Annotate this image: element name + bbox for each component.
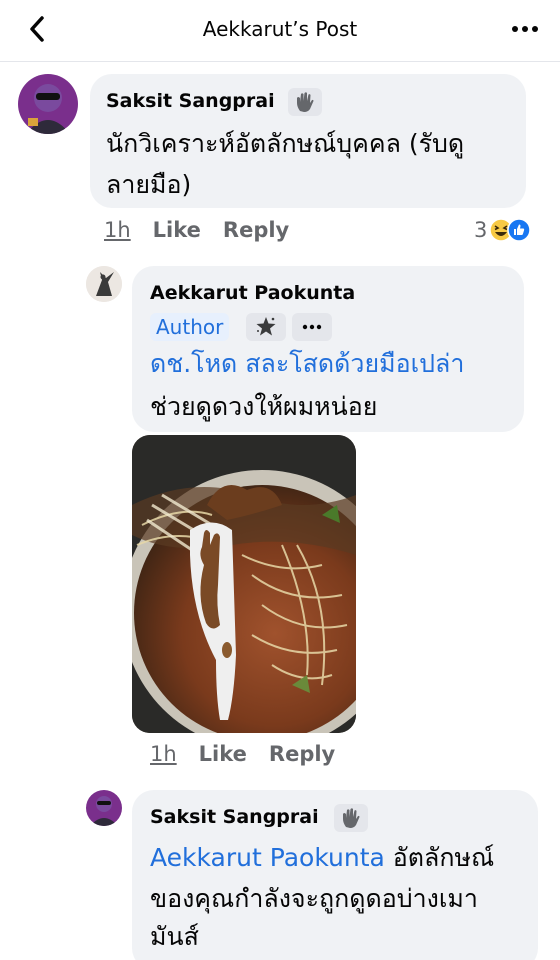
more-options-button[interactable] [508,14,542,44]
wave-badge[interactable] [288,88,322,116]
comment-timestamp[interactable]: 1h [104,218,131,242]
like-button[interactable]: Like [199,742,247,766]
avatar[interactable] [86,790,122,826]
page-title: Aekkarut’s Post [202,17,358,41]
wave-hand-icon [297,92,314,112]
wave-hand-icon [343,808,360,828]
comment-actions: 1h Like Reply [104,218,289,242]
comment-timestamp[interactable]: 1h [150,742,177,766]
comment-text-line: Aekkarut Paokunta อัตลักษณ์ [150,836,494,879]
reply-button[interactable]: Reply [223,218,289,242]
ellipsis-icon [302,324,322,330]
mention-link[interactable]: ดช.โหด สละโสดด้วยมือเปล่า [150,342,464,385]
reaction-count: 3 [474,218,488,242]
more-options-button[interactable] [292,313,332,341]
comment-text-line: มันส์ [150,922,199,951]
comment-author[interactable]: Saksit Sangprai [106,90,275,112]
comment-author[interactable]: Aekkarut Paokunta [150,282,355,304]
wave-badge[interactable] [334,804,368,832]
comment-author[interactable]: Saksit Sangprai [150,806,319,828]
reply-button[interactable]: Reply [269,742,335,766]
mention-link[interactable]: Aekkarut Paokunta [150,843,385,872]
reaction-summary[interactable]: 3 [474,218,532,242]
avatar[interactable] [18,74,78,134]
like-icon [507,218,532,242]
comment-text-line: ลายมือ) [106,170,192,199]
comment-text: ช่วยดูดวงให้ผมหน่อย [150,392,378,421]
comment-text-line: ของคุณกำลังจะถูกดูดอบ่างเมา [150,884,478,913]
noodle-soup-photo[interactable] [132,435,356,733]
badge-chip[interactable] [246,313,286,341]
comment-text-line: นักวิเคราะห์อัตลักษณ์บุคคล (รับดู [106,129,465,158]
comment-actions: 1h Like Reply [150,742,335,766]
star-badge-icon [256,317,276,336]
author-label: Author [150,313,230,341]
avatar[interactable] [86,266,122,302]
comment-text: อัตลักษณ์ [392,843,495,872]
like-button[interactable]: Like [153,218,201,242]
ellipsis-icon [512,26,538,32]
top-bar: Aekkarut’s Post [0,0,560,62]
